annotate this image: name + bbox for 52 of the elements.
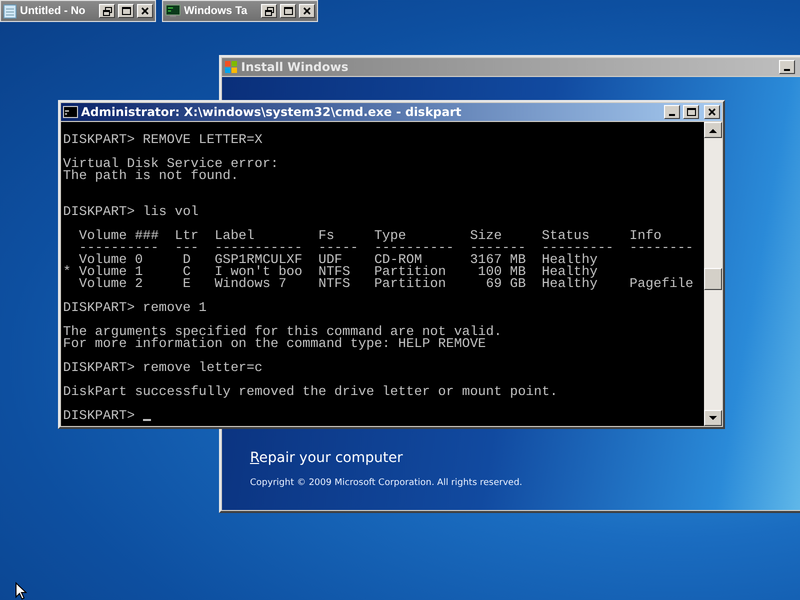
minimized-window[interactable]: Windows Ta xyxy=(162,0,318,22)
scroll-thumb[interactable] xyxy=(704,268,722,290)
restore-icon xyxy=(102,6,112,16)
maximize-icon xyxy=(122,7,130,15)
maximize-icon xyxy=(284,7,292,15)
maximize-button[interactable] xyxy=(683,105,699,119)
console-line: Volume 2 E Windows 7 NTFS Partition 69 GB Healthy Pagefile xyxy=(78,278,694,290)
restore-button[interactable] xyxy=(99,4,115,18)
close-icon xyxy=(141,7,149,15)
maximize-button[interactable] xyxy=(118,4,134,18)
console-line: DISKPART> lis vol xyxy=(63,206,199,218)
window-title: Install Windows xyxy=(241,60,350,74)
minimize-button[interactable] xyxy=(779,60,795,74)
windows-logo-icon xyxy=(224,60,238,74)
console-line: The arguments specified for this command are not valid. xyxy=(63,326,502,338)
close-icon xyxy=(708,108,716,116)
console-line: DISKPART> REMOVE LETTER=X xyxy=(63,134,262,146)
window-title: Untitled - No xyxy=(20,5,86,17)
restore-icon xyxy=(264,6,274,16)
window-title: Windows Ta xyxy=(184,5,248,17)
console-line: ---------- --- ----------- ----- ---------- ------- --------- -------- xyxy=(78,242,694,254)
close-button[interactable] xyxy=(137,4,153,18)
down-arrow-icon xyxy=(709,416,717,420)
up-arrow-icon xyxy=(709,128,717,132)
maximize-button[interactable] xyxy=(280,4,296,18)
close-icon xyxy=(303,7,311,15)
close-button[interactable] xyxy=(704,105,720,119)
console-line: DiskPart successfully removed the drive letter or mount point. xyxy=(63,386,558,398)
console-line: Volume 0 D GSP1RMCULXF UDF CD-ROM 3167 MB Healthy xyxy=(78,254,598,266)
console-line: For more information on the command type: HELP REMOVE xyxy=(63,338,486,350)
window-title: Administrator: X:\windows\system32\cmd.exe - diskpart xyxy=(81,105,462,119)
repair-link[interactable]: Repair your computer xyxy=(250,450,403,466)
mouse-pointer-icon xyxy=(15,582,27,600)
scrollbar[interactable] xyxy=(704,122,722,426)
console-line: DISKPART> xyxy=(63,410,136,422)
minimize-button[interactable] xyxy=(664,105,680,119)
console-line: The path is not found. xyxy=(63,170,239,182)
scroll-up-button[interactable] xyxy=(704,122,722,138)
notepad-icon xyxy=(3,3,17,19)
scroll-down-button[interactable] xyxy=(704,410,722,426)
console-line: Virtual Disk Service error: xyxy=(63,158,278,170)
console-line: DISKPART> remove 1 xyxy=(63,302,207,314)
maximize-icon xyxy=(686,108,696,116)
monitor-icon xyxy=(165,4,181,18)
console-line: Volume ### Ltr Label Fs Type Size Status Info xyxy=(78,230,662,242)
minimized-window[interactable]: Untitled - No xyxy=(0,0,156,22)
console-icon xyxy=(63,106,78,118)
console-line: * Volume 1 C I won't boo NTFS Partition 100 MB Healthy xyxy=(63,266,598,278)
close-button[interactable] xyxy=(299,4,315,18)
console-line: DISKPART> remove letter=c xyxy=(63,362,262,374)
restore-button[interactable] xyxy=(261,4,277,18)
copyright-text: Copyright © 2009 Microsoft Corporation. All rights reserved. xyxy=(250,478,524,488)
